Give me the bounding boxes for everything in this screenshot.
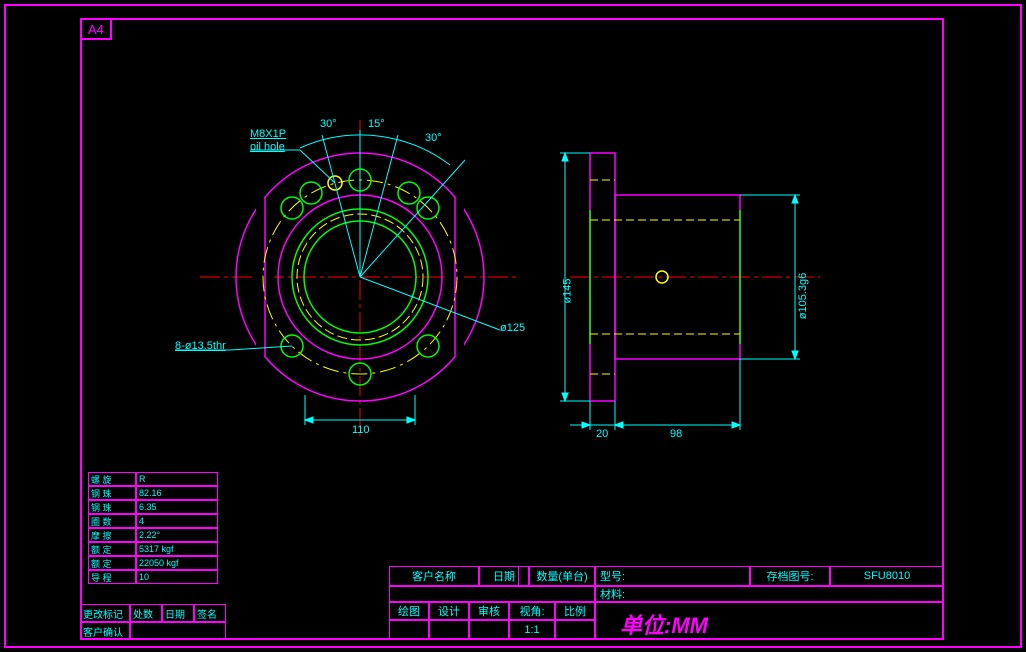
param-label: 摩 擦 [88, 528, 136, 542]
param-label: 额 定 [88, 542, 136, 556]
param-label: 钢 珠 [88, 500, 136, 514]
rev-h2: 处数 [130, 604, 162, 622]
dim-105: ø105.3g6 [797, 273, 809, 319]
angle-3: 30° [425, 132, 442, 144]
rev-h4: 签名 [194, 604, 226, 622]
rev-h3: 日期 [162, 604, 194, 622]
param-label: 圈 数 [88, 514, 136, 528]
param-label: 钢 珠 [88, 486, 136, 500]
unit-label: 单位:MM [620, 608, 708, 640]
tb-design: 设计 [429, 602, 469, 620]
tb-archive-no: SFU8010 [830, 566, 944, 586]
tb-qty-label: 数量(单台) [529, 566, 595, 586]
oil-hole-spec: M8X1P [250, 128, 286, 140]
tb-r4-1 [389, 620, 429, 640]
tb-draw: 绘图 [389, 602, 429, 620]
angle-2: 15° [368, 118, 385, 130]
dim-110: 110 [352, 424, 370, 436]
rev-c2 [130, 622, 226, 640]
bolt-circle-dia: ø125 [500, 322, 525, 334]
tb-date-label: 日期 [479, 566, 529, 586]
tb-archive-label: 存档图号: [750, 566, 830, 586]
oil-hole-label: oil hole [250, 141, 285, 153]
tb-check: 审核 [469, 602, 509, 620]
rev-h1: 更改标记 [80, 604, 130, 622]
tb-model-label: 型号: [595, 566, 750, 586]
tb-r4-2 [429, 620, 469, 640]
param-value: 82.16 [136, 486, 218, 500]
param-value: R [136, 472, 218, 486]
tb-r4-5 [555, 620, 595, 640]
dim-98: 98 [670, 428, 682, 440]
param-label: 导 程 [88, 570, 136, 584]
hole-callout: 8-ø13.5thr [175, 340, 226, 352]
rev-h5: 客户确认 [80, 622, 130, 640]
param-value: 6.35 [136, 500, 218, 514]
param-value: 10 [136, 570, 218, 584]
tb-view: 视角: [509, 602, 555, 620]
tb-r2-left [389, 586, 595, 602]
tb-material: 材料: [595, 586, 944, 602]
tb-scale: 1:1 [509, 620, 555, 640]
param-value: 22050 kgf [136, 556, 218, 570]
tb-scale-label: 比例 [555, 602, 595, 620]
tb-customer-label: 客户名称 [389, 566, 479, 586]
param-value: 2.22° [136, 528, 218, 542]
param-value: 4 [136, 514, 218, 528]
param-label: 螺 旋 [88, 472, 136, 486]
param-value: 5317 kgf [136, 542, 218, 556]
tb-r4-3 [469, 620, 509, 640]
dim-20: 20 [596, 428, 608, 440]
angle-1: 30° [320, 118, 337, 130]
param-label: 额 定 [88, 556, 136, 570]
dim-145: ø145 [562, 278, 574, 303]
